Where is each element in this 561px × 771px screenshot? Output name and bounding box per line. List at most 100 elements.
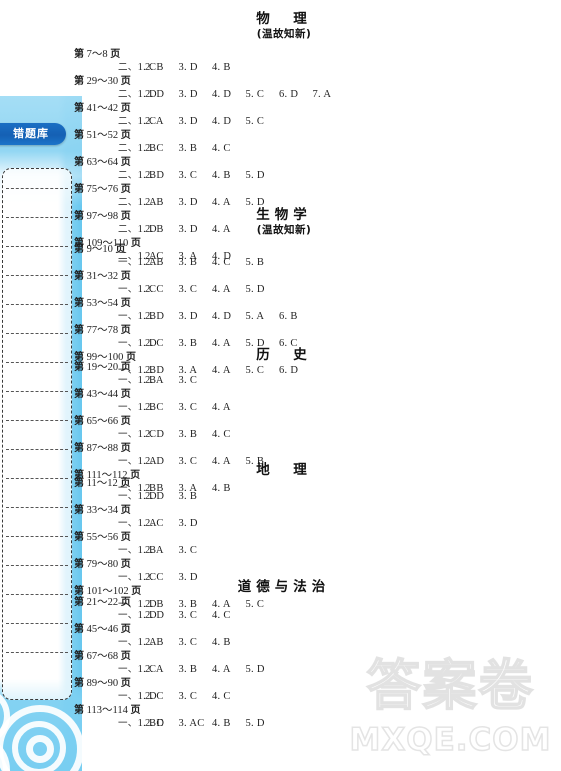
answer-cell: 4. B — [212, 170, 231, 181]
subject-title: 道德与法治 — [237, 579, 331, 595]
answer-cell: 3. D — [178, 518, 198, 529]
answer-row: 一、1. C 2. C 3. C 4. A 5. D — [74, 283, 494, 297]
page-range-label: 第 79～80 页 — [74, 559, 131, 570]
answer-row: 二、1. B 2. C 3. B 4. C — [74, 142, 494, 156]
note-ruled-line — [6, 304, 68, 305]
answer-row: 一、1. D 2. D 3. C 4. C — [74, 609, 494, 623]
answer-row: 二、1. D 2. D 3. D 4. D 5. C 6. D 7. A — [74, 88, 494, 102]
page-range-label: 第 33～34 页 — [74, 505, 131, 516]
answer-cell: 2. D — [145, 718, 165, 729]
answer-cell: 4. C — [212, 143, 231, 154]
page-range-label: 第 63～64 页 — [74, 157, 131, 168]
answer-row: 一、1. C 2. A 3. B 4. A 5. D — [74, 663, 494, 677]
answer-cell: 2. C — [145, 402, 164, 413]
answer-cell: 3. D — [178, 116, 198, 127]
answer-cell: 3. C — [178, 610, 198, 621]
sidebar-decoration-panel: 错题库 118 — [0, 96, 82, 771]
answer-cell: 2. C — [145, 284, 164, 295]
page-range-label: 第 19～20 页 — [74, 362, 131, 373]
answer-cell: 3. C — [178, 637, 198, 648]
note-ruled-line — [6, 536, 68, 537]
answer-cell: 6. D — [279, 89, 299, 100]
note-ruled-line — [6, 594, 68, 595]
answer-cell: 2. A — [145, 116, 164, 127]
answer-cell: 3. C — [178, 545, 198, 556]
note-ruled-line — [6, 391, 68, 392]
page-range-label: 第 11～12 页 — [74, 478, 131, 489]
page-range-label: 第 67～68 页 — [74, 651, 131, 662]
answer-cell: 2. C — [145, 143, 164, 154]
answer-cell: 3. B — [178, 664, 198, 675]
answer-cell: 3. D — [178, 62, 198, 73]
page-range-label: 第 29～30 页 — [74, 76, 131, 87]
page-range-label: 第 113～114 页 — [74, 705, 141, 716]
answer-cell: 3. C — [178, 691, 198, 702]
answer-cell: 4. D — [212, 311, 232, 322]
page-range-label: 第 53～54 页 — [74, 298, 131, 309]
answer-row: 一、1. B 2. C 3. C 4. A — [74, 401, 494, 415]
answer-cell: 6. B — [279, 311, 298, 322]
answer-cell: 5. D — [245, 718, 265, 729]
answer-cell: 2. A — [145, 664, 164, 675]
answer-cell: 5. C — [245, 116, 265, 127]
note-ruled-line — [6, 478, 68, 479]
page-range-label: 第 65～66 页 — [74, 416, 131, 427]
page-range-label: 第 55～56 页 — [74, 532, 131, 543]
note-ruled-line — [6, 275, 68, 276]
answer-cell: 4. C — [212, 691, 231, 702]
answer-row: 一、1. B 2. A 3. C — [74, 374, 494, 388]
page-range-label: 第 7～8 页 — [74, 49, 121, 60]
note-ruled-line — [6, 449, 68, 450]
answer-cell: 3. C — [178, 375, 198, 386]
answer-cell: 3. AC — [178, 718, 205, 729]
answer-row: 一、1. BC 2. D 3. AC 4. B 5. D — [74, 717, 494, 731]
answer-cell: 3. C — [178, 284, 198, 295]
answer-cell: 5. B — [245, 257, 265, 268]
answer-row: 一、1. A 2. B 3. B 4. C 5. B — [74, 256, 494, 270]
answer-cell: 3. D — [178, 311, 198, 322]
page-range-label: 第 31～32 页 — [74, 271, 131, 282]
answer-cell: 2. D — [145, 610, 165, 621]
note-ruled-line — [6, 246, 68, 247]
page-range-label: 第 41～42 页 — [74, 103, 131, 114]
subject-subtitle: (温故知新) — [256, 28, 312, 40]
note-ruled-line — [6, 362, 68, 363]
answer-cell: 4. A — [212, 664, 231, 675]
answer-cell: 3. C — [178, 170, 198, 181]
answer-cell: 2. D — [145, 429, 165, 440]
error-notebook-tab[interactable]: 错题库 — [0, 123, 66, 145]
answer-row: 一、1. A 2. B 3. C 4. B — [74, 636, 494, 650]
answer-cell: 5. C — [245, 89, 265, 100]
answer-cell: 4. B — [212, 62, 231, 73]
subject-title: 历 史 — [256, 347, 312, 363]
answer-row: 一、1. C 2. D 3. B 4. C — [74, 428, 494, 442]
answer-cell: 2. C — [145, 691, 164, 702]
note-ruled-line — [6, 652, 68, 653]
answer-cell: 2. C — [145, 518, 164, 529]
note-ruled-line — [6, 333, 68, 334]
answer-cell: 3. B — [178, 491, 198, 502]
answer-cell: 4. D — [212, 89, 232, 100]
answer-cell: 4. C — [212, 610, 231, 621]
subject-title: 地 理 — [256, 462, 312, 478]
answer-row: 一、1. D 2. D 3. B — [74, 490, 494, 504]
answer-cell: 4. B — [212, 718, 231, 729]
error-notebook-tab-label: 错题库 — [13, 127, 49, 140]
note-ruled-line — [6, 420, 68, 421]
page-range-label: 第 87～88 页 — [74, 443, 131, 454]
page-range-label: 第 43～44 页 — [74, 389, 131, 400]
page-range-label: 第 9～10 页 — [74, 244, 126, 255]
page-range-label: 第 77～78 页 — [74, 325, 131, 336]
note-ruled-line — [6, 565, 68, 566]
answer-row: 一、1. B 2. D 3. D 4. D 5. A 6. B — [74, 310, 494, 324]
subject-title: 物 理 — [256, 11, 312, 27]
answer-cell: 5. A — [245, 311, 265, 322]
page-range-label: 第 45～46 页 — [74, 624, 131, 635]
answer-cell: 4. C — [212, 429, 231, 440]
page-range-label: 第 21～22 页 — [74, 597, 131, 608]
answer-row: 二、1. C 2. B 3. D 4. B — [74, 61, 494, 75]
answer-cell: 4. B — [212, 637, 231, 648]
answer-cell: 2. B — [145, 257, 164, 268]
answer-cell: 5. D — [245, 284, 265, 295]
answer-cell: 2. D — [145, 491, 165, 502]
